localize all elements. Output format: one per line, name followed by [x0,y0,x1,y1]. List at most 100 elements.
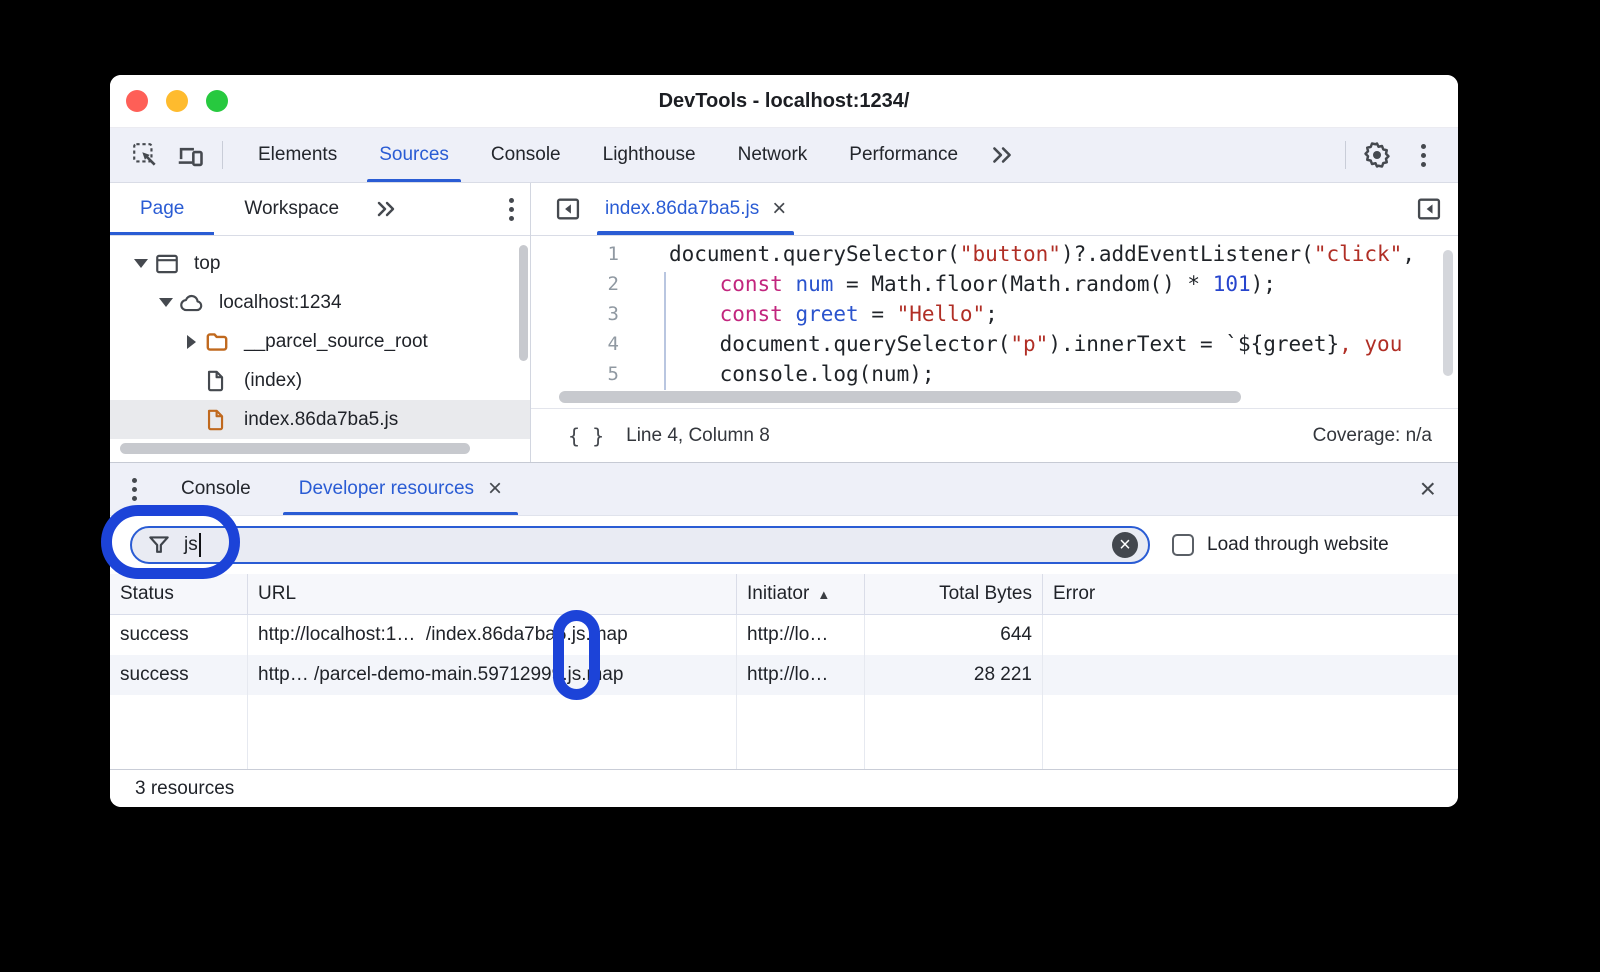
code-editor[interactable]: 1document.querySelector("button")?.addEv… [531,236,1458,408]
cell-total-bytes: 28 221 [865,655,1043,695]
coverage-label: Coverage: n/a [1313,425,1432,447]
editor-tab[interactable]: index.86da7ba5.js × [597,183,794,235]
cell-initiator: http://lo… [737,615,865,655]
pretty-print-button[interactable]: { } [568,424,604,448]
column-header-total-bytes[interactable]: Total Bytes [865,574,1043,614]
devtools-toolbar: Elements Sources Console LighthouseNetwork P… [110,128,1458,183]
editor-vertical-scrollbar[interactable] [1443,250,1453,376]
code-text: const num = Math.floor(Math.random() * 1… [643,269,1276,299]
url-post: map [586,664,623,686]
line-number: 5 [531,359,643,389]
tab-label: Elements [258,144,337,166]
title-bar: DevTools - localhost:1234/ [110,75,1458,128]
traffic-lights [126,90,228,112]
drawer-tab-developer-resources[interactable]: Developer resources× [275,463,526,515]
tree-item-label: index.86da7ba5.js [244,409,398,431]
load-through-website-checkbox[interactable] [1172,534,1194,556]
column-header-error[interactable]: Error [1043,574,1458,614]
close-window-button[interactable] [126,90,148,112]
tab-console[interactable]: Console [470,128,582,182]
url-pre: http://localhost:1… /index.86da7ba5 [258,624,566,646]
collapse-navigator-button[interactable] [531,183,597,235]
more-panels-button[interactable] [979,128,1025,182]
column-header-label: Status [120,583,174,605]
close-tab-icon[interactable]: × [488,477,502,501]
tree-item-parcel-source-root[interactable]: __parcel_source_root [110,322,530,361]
tab-label: Sources [379,144,449,166]
column-header-initiator[interactable]: Initiator▲ [737,574,865,614]
kebab-menu-icon [509,198,514,221]
table-row[interactable]: successhttp://localhost:1… /index.86da7b… [110,615,1458,655]
drawer-footer: 3 resources [110,769,1458,807]
kebab-menu-icon [1421,144,1426,167]
editor-pane: index.86da7ba5.js × 1document.querySelec… [531,183,1458,462]
device-toolbar-button[interactable] [168,128,214,182]
navigator-menu-button[interactable] [509,183,530,235]
tab-label: Performance [849,144,958,166]
inspect-element-button[interactable] [122,128,168,182]
show-debugger-sidebar-button[interactable] [1414,183,1458,235]
line-number: 4 [531,329,643,359]
column-header-url[interactable]: URL [248,574,737,614]
load-through-website-control: Load through website [1172,534,1389,556]
tree-item-index[interactable]: (index) [110,361,530,400]
tree-item-label: top [194,253,220,275]
tab-lighthouse[interactable]: Lighthouse [582,128,717,182]
tab-label: Console [491,144,561,166]
cell-url: http://localhost:1… /index.86da7ba5.js.m… [248,615,737,655]
text-caret [199,533,201,557]
code-line: 3 const greet = "Hello"; [531,299,1458,329]
disclosure-right-icon[interactable] [180,335,202,349]
sidebar-tab-page[interactable]: Page [110,183,214,235]
minimize-window-button[interactable] [166,90,188,112]
sidebar-vertical-scrollbar[interactable] [519,245,528,361]
resources-table: Status URL Initiator▲Total BytesError succ… [110,574,1458,769]
settings-button[interactable] [1354,128,1400,182]
filter-input[interactable]: js × [130,526,1150,564]
tree-item-localhost-1234[interactable]: localhost:1234 [110,283,530,322]
editor-horizontal-scrollbar[interactable] [559,391,1241,403]
more-navigator-tabs-button[interactable] [373,183,399,235]
url-post: map [591,624,628,646]
main-menu-button[interactable] [1400,128,1446,182]
tab-performance[interactable]: Performance [828,128,979,182]
close-drawer-button[interactable]: × [1420,463,1458,515]
cell-error [1043,615,1458,655]
disclosure-down-icon[interactable] [155,298,177,307]
disclosure-down-icon[interactable] [130,259,152,268]
table-row[interactable]: successhttp… /parcel-demo-main.59712999.… [110,655,1458,695]
kebab-menu-icon [132,478,137,501]
tab-elements[interactable]: Elements [237,128,358,182]
cursor-position-label: Line 4, Column 8 [626,425,770,447]
drawer-menu-button[interactable] [110,463,157,515]
line-number: 2 [531,269,643,299]
column-header-status[interactable]: Status [110,574,248,614]
drawer-tabbar: ConsoleDeveloper resources× × [110,463,1458,516]
tree-item-top[interactable]: top [110,244,530,283]
sidebar-tab-workspace[interactable]: Workspace [214,183,369,235]
close-tab-icon[interactable]: × [772,197,786,221]
clear-filter-button[interactable]: × [1112,532,1138,558]
cell-status: success [110,655,248,695]
tab-network[interactable]: Network [717,128,829,182]
code-text: document.querySelector("p").innerText = … [643,329,1402,359]
load-through-website-label: Load through website [1207,534,1389,556]
panel-collapse-left-icon [553,195,583,223]
cell-status: success [110,615,248,655]
tab-sources[interactable]: Sources [358,128,470,182]
code-line: 5 console.log(num); [531,359,1458,389]
zoom-window-button[interactable] [206,90,228,112]
filter-funnel-icon [146,532,172,558]
code-text: const greet = "Hello"; [643,299,998,329]
drawer-tab-console[interactable]: Console [157,463,275,515]
table-body: successhttp://localhost:1… /index.86da7b… [110,615,1458,769]
column-header-label: URL [258,583,296,605]
filler-cell [248,695,737,769]
url-js-highlight: .js. [566,624,590,646]
filler-cell [865,695,1043,769]
sidebar-horizontal-scrollbar[interactable] [120,443,470,454]
navigator-tabs: PageWorkspace [110,183,369,235]
resource-count-label: 3 resources [135,778,234,800]
tree-item-index-86da7ba5-js[interactable]: index.86da7ba5.js [110,400,530,439]
folder-icon [202,329,234,355]
